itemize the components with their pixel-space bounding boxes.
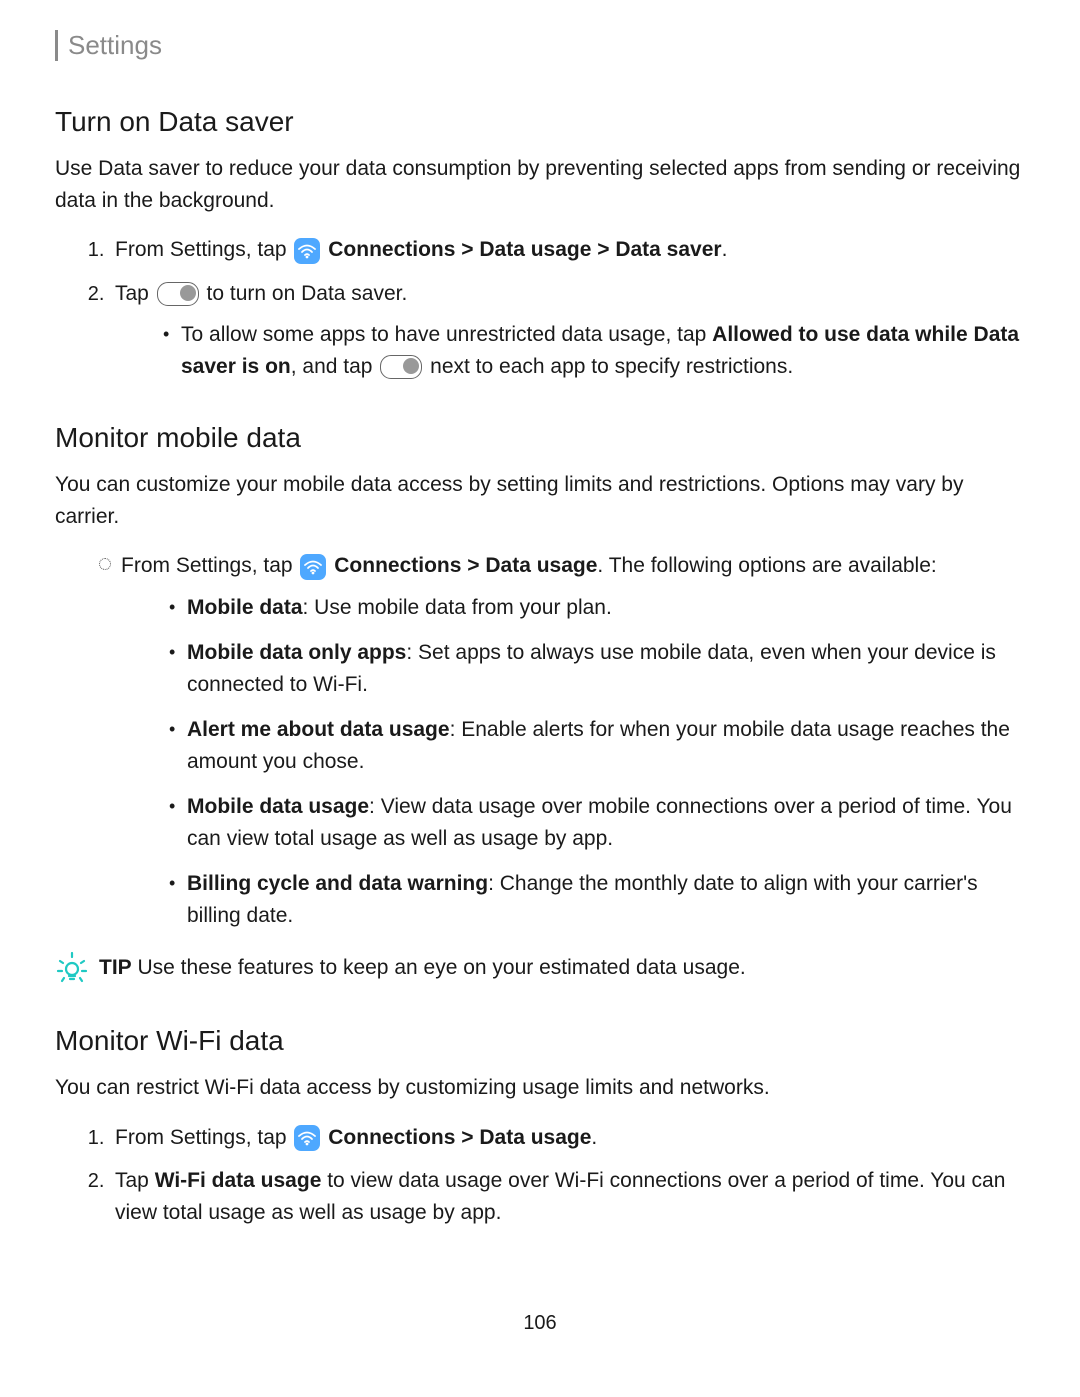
option-item: Mobile data: Use mobile data from your p… xyxy=(169,592,1025,624)
options-list: Mobile data: Use mobile data from your p… xyxy=(121,592,1025,932)
intro-text: Use Data saver to reduce your data consu… xyxy=(55,153,1025,216)
tip-text: Use these features to keep an eye on you… xyxy=(132,956,746,979)
option-name: Alert me about data usage xyxy=(187,718,450,741)
step-item: From Settings, tap Connections > Data us… xyxy=(110,1122,1025,1154)
nav-path: Connections > Data usage xyxy=(328,1126,591,1149)
connections-icon xyxy=(294,1125,320,1151)
tip-callout: TIP Use these features to keep an eye on… xyxy=(55,951,1025,985)
nav-path: Connections > Data usage xyxy=(334,554,597,577)
step-text: From Settings, tap xyxy=(115,1126,292,1149)
step-item: Tap to turn on Data saver. To allow some… xyxy=(110,278,1025,383)
tip-label: TIP xyxy=(99,956,132,979)
intro-text: You can customize your mobile data acces… xyxy=(55,469,1025,532)
lead-item: From Settings, tap Connections > Data us… xyxy=(103,550,1025,931)
step-item: From Settings, tap Connections > Data us… xyxy=(110,234,1025,266)
section-heading-wifi-data: Monitor Wi-Fi data xyxy=(55,1020,1025,1062)
step-text: . xyxy=(722,238,728,261)
intro-text: You can restrict Wi-Fi data access by cu… xyxy=(55,1072,1025,1104)
option-name: Billing cycle and data warning xyxy=(187,872,488,895)
sub-text: To allow some apps to have unrestricted … xyxy=(181,323,712,346)
connections-icon xyxy=(294,238,320,264)
section-heading-data-saver: Turn on Data saver xyxy=(55,101,1025,143)
connections-icon xyxy=(300,554,326,580)
circle-list: From Settings, tap Connections > Data us… xyxy=(55,550,1025,931)
sub-list: To allow some apps to have unrestricted … xyxy=(115,319,1025,382)
lightbulb-icon xyxy=(55,951,89,985)
steps-list: From Settings, tap Connections > Data us… xyxy=(55,234,1025,382)
steps-list: From Settings, tap Connections > Data us… xyxy=(55,1122,1025,1229)
lead-text: . The following options are available: xyxy=(597,554,936,577)
lead-text: From Settings, tap xyxy=(121,554,298,577)
section-heading-mobile-data: Monitor mobile data xyxy=(55,417,1025,459)
option-item: Mobile data only apps: Set apps to alway… xyxy=(169,637,1025,700)
step-text: to turn on Data saver. xyxy=(207,282,408,305)
sub-item: To allow some apps to have unrestricted … xyxy=(163,319,1025,382)
sub-text: , and tap xyxy=(291,355,379,378)
toggle-icon xyxy=(157,282,199,306)
nav-path: Connections > Data usage > Data saver xyxy=(328,238,721,261)
option-item: Mobile data usage: View data usage over … xyxy=(169,791,1025,854)
sub-text: next to each app to specify restrictions… xyxy=(430,355,793,378)
option-name: Wi-Fi data usage xyxy=(155,1169,322,1192)
option-item: Alert me about data usage: Enable alerts… xyxy=(169,714,1025,777)
breadcrumb: Settings xyxy=(55,30,1025,61)
option-desc: : Use mobile data from your plan. xyxy=(303,596,612,619)
page-number: 106 xyxy=(55,1308,1025,1338)
step-text: From Settings, tap xyxy=(115,238,292,261)
option-name: Mobile data xyxy=(187,596,303,619)
step-item: Tap Wi-Fi data usage to view data usage … xyxy=(110,1165,1025,1228)
option-name: Mobile data usage xyxy=(187,795,369,818)
tip-text-wrap: TIP Use these features to keep an eye on… xyxy=(99,952,746,984)
step-text: Tap xyxy=(115,282,155,305)
step-text: . xyxy=(591,1126,597,1149)
option-name: Mobile data only apps xyxy=(187,641,406,664)
step-text: Tap xyxy=(115,1169,155,1192)
option-item: Billing cycle and data warning: Change t… xyxy=(169,868,1025,931)
toggle-icon xyxy=(380,355,422,379)
